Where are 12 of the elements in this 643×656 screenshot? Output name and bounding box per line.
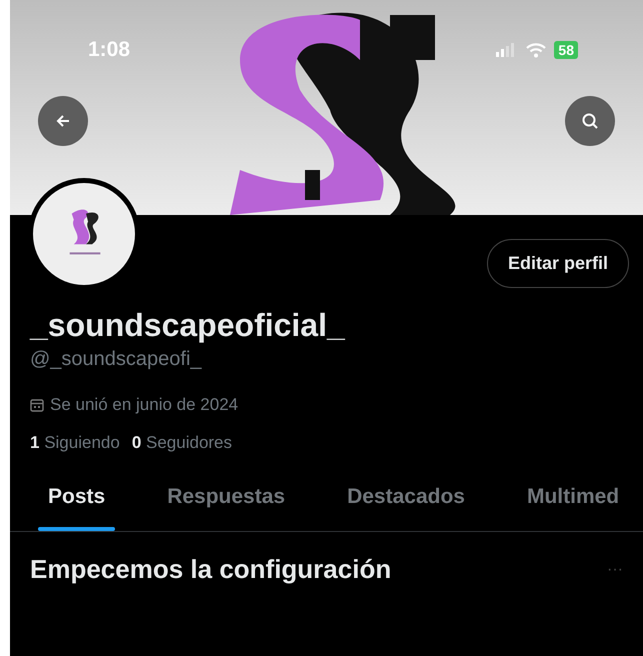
profile-tab[interactable]: Destacados (337, 485, 475, 531)
stat-link[interactable]: 1 Siguiendo (30, 433, 120, 453)
username: @_soundscapeofi_ (30, 348, 203, 371)
calendar-icon (30, 398, 44, 412)
profile-tab[interactable]: Multimed (516, 485, 630, 531)
display-name: _soundscapeoficial_ (30, 307, 346, 344)
profile-tab[interactable]: Posts (38, 485, 116, 531)
profile-tab[interactable]: Respuestas (157, 485, 296, 531)
section-heading: Empecemos la configuración (30, 554, 392, 585)
join-date: Se unió en junio de 2024 (50, 395, 238, 415)
edit-profile-button[interactable]: Editar perfil (486, 239, 629, 288)
stat-link[interactable]: 0 Seguidores (132, 433, 232, 453)
